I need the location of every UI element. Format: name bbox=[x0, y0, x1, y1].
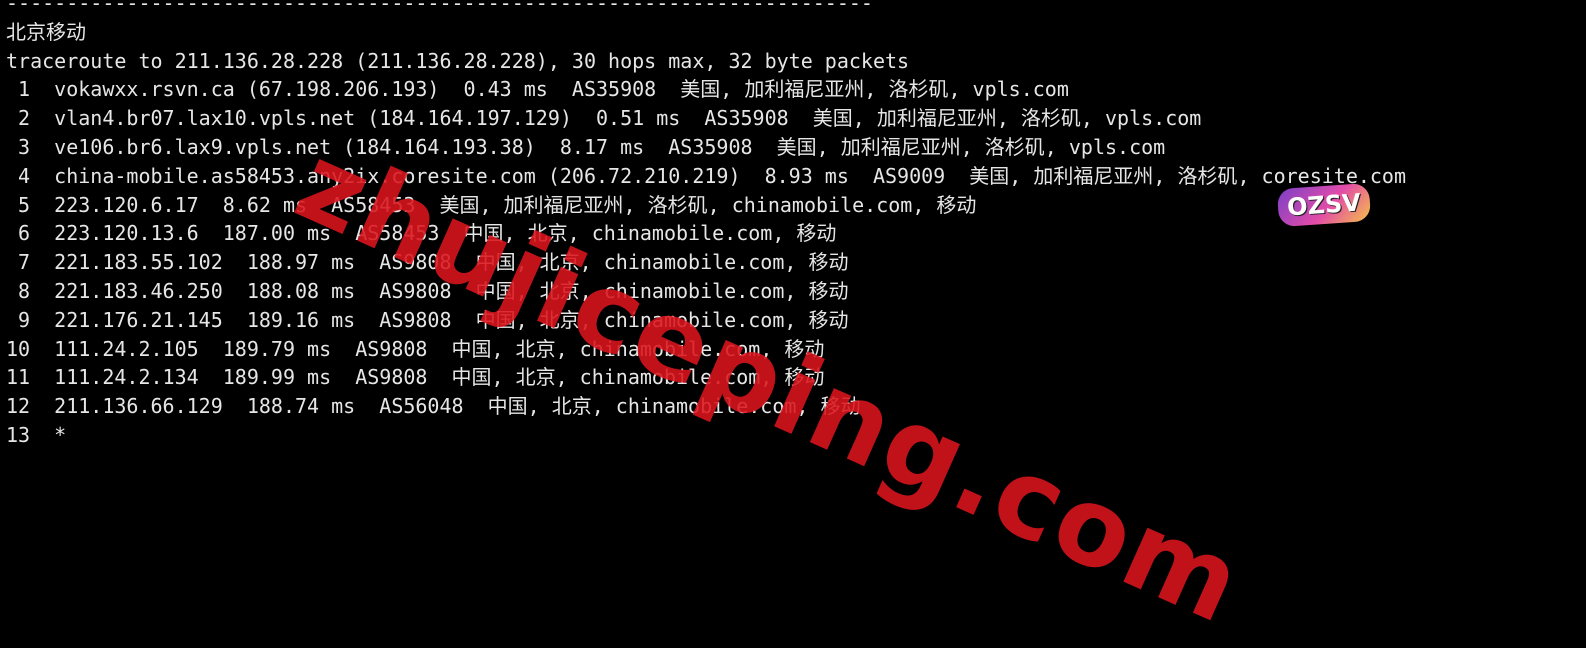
hop-row: 8 221.183.46.250 188.08 ms AS9808 中国, 北京… bbox=[6, 278, 849, 303]
hop-row: 10 111.24.2.105 189.79 ms AS9808 中国, 北京,… bbox=[6, 336, 825, 361]
ozsv-logo-badge: OZSV bbox=[1276, 182, 1372, 228]
hop-row: 3 ve106.br6.lax9.vpls.net (184.164.193.3… bbox=[6, 134, 1166, 159]
hop-row: 1 vokawxx.rsvn.ca (67.198.206.193) 0.43 … bbox=[6, 77, 1069, 102]
section-title: 北京移动 bbox=[6, 19, 86, 44]
traceroute-header: traceroute to 211.136.28.228 (211.136.28… bbox=[6, 48, 910, 73]
hop-row: 7 221.183.55.102 188.97 ms AS9808 中国, 北京… bbox=[6, 250, 849, 275]
separator-line: ----------------------------------------… bbox=[6, 0, 873, 15]
hop-row-partial: 13 * bbox=[6, 422, 67, 447]
hop-row: 2 vlan4.br07.lax10.vpls.net (184.164.197… bbox=[6, 106, 1202, 131]
hop-row: 9 221.176.21.145 189.16 ms AS9808 中国, 北京… bbox=[6, 307, 849, 332]
hop-row: 12 211.136.66.129 188.74 ms AS56048 中国, … bbox=[6, 394, 861, 419]
hop-row: 6 223.120.13.6 187.00 ms AS58453 中国, 北京,… bbox=[6, 221, 837, 246]
hop-row: 11 111.24.2.134 189.99 ms AS9808 中国, 北京,… bbox=[6, 365, 825, 390]
terminal-output: ----------------------------------------… bbox=[6, 0, 1586, 450]
